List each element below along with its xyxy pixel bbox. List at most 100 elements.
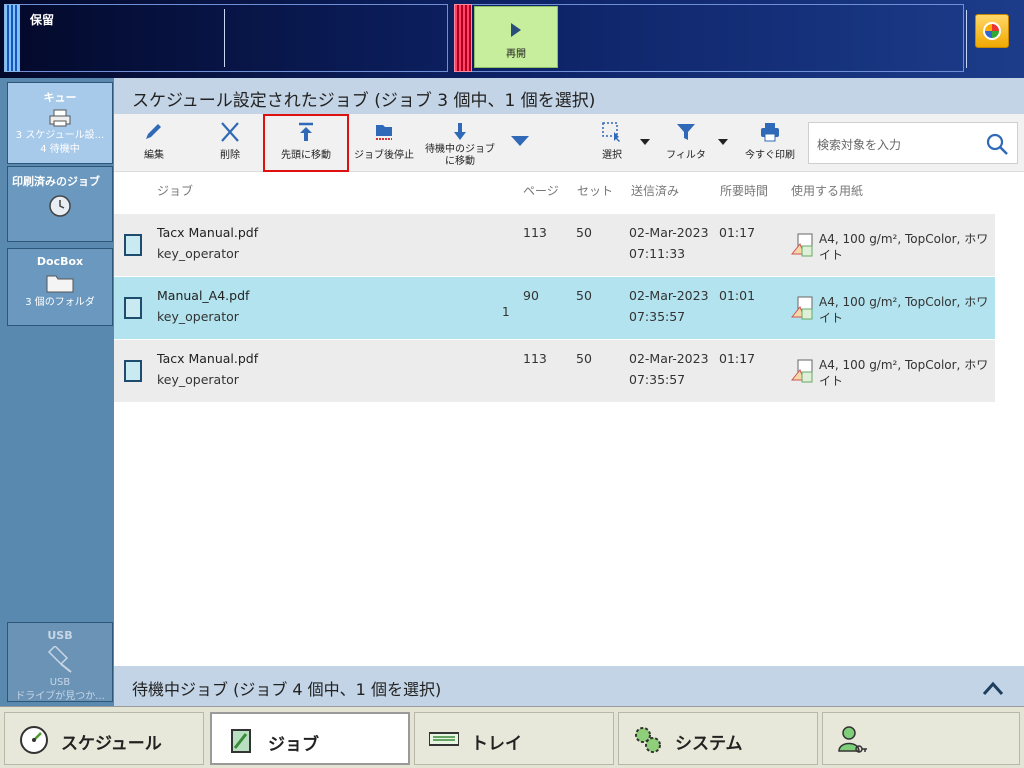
job-name: Manual_A4.pdf xyxy=(157,288,250,303)
delete-button[interactable]: 削除 xyxy=(210,116,250,170)
waiting-jobs-title: 待機中ジョブ (ジョブ 4 個中、1 個を選択) xyxy=(132,680,442,699)
tab-schedule-label: スケジュール xyxy=(61,734,162,754)
stop-after-job-button[interactable]: ジョブ後停止 xyxy=(350,116,418,170)
job-paper: A4, 100 g/m², TopColor, ホワイト xyxy=(819,358,989,388)
nav-item-docbox[interactable]: DocBox 3 個のフォルダ xyxy=(7,248,113,326)
column-header-paper[interactable]: 使用する用紙 xyxy=(791,182,863,199)
table-row[interactable]: Tacx Manual.pdf key_operator 113 50 02-M… xyxy=(114,340,995,402)
move-to-top-label: 先頭に移動 xyxy=(281,150,331,161)
nav-printed-title: 印刷済みのジョブ xyxy=(12,175,100,188)
column-header-sets[interactable]: セット xyxy=(577,182,613,199)
nav-usb-title: USB xyxy=(47,629,73,642)
resume-status-stripe xyxy=(454,4,472,72)
play-icon xyxy=(511,23,521,37)
job-pages: 113 xyxy=(523,225,547,240)
job-pages: 113 xyxy=(523,351,547,366)
job-duration: 01:01 xyxy=(719,288,756,303)
select-dropdown-icon[interactable] xyxy=(639,138,651,146)
job-sent-time: 07:11:33 xyxy=(629,246,686,261)
job-name: Tacx Manual.pdf xyxy=(157,225,259,240)
job-paper: A4, 100 g/m², TopColor, ホワイト xyxy=(819,232,989,262)
paper-media-icon xyxy=(790,233,813,257)
document-icon xyxy=(124,360,142,382)
arrow-down-icon xyxy=(454,123,466,140)
job-pages: 90 xyxy=(523,288,539,303)
gears-icon xyxy=(635,727,661,753)
bottom-tab-bar: スケジュール ジョブ トレイ システム xyxy=(0,706,1024,768)
hold-status-stripe xyxy=(4,4,20,72)
hold-panel[interactable]: 保留 xyxy=(20,4,448,72)
paper-media-icon xyxy=(790,359,813,383)
nav-queue-waiting: 4 待機中 xyxy=(40,144,80,155)
search-input[interactable]: 検索対象を入力 xyxy=(808,122,1018,164)
user-key-icon xyxy=(838,726,867,753)
move-to-waiting-button[interactable]: 待機中のジョブ に移動 xyxy=(420,116,500,170)
search-icon[interactable] xyxy=(985,132,1009,156)
nav-usb-label: USB xyxy=(49,677,71,688)
chevron-up-icon[interactable] xyxy=(982,678,1004,700)
hold-label: 保留 xyxy=(30,13,55,27)
top-divider xyxy=(966,10,967,68)
nav-queue-scheduled: 3 スケジュール設... xyxy=(15,130,105,141)
left-navigation: キュー 3 スケジュール設... 4 待機中 印刷済みのジョブ DocBox 3… xyxy=(0,78,114,706)
tab-system[interactable]: システム xyxy=(618,712,818,765)
document-icon xyxy=(124,297,142,319)
resume-label: 再開 xyxy=(506,49,526,60)
table-row[interactable]: Tacx Manual.pdf key_operator 113 50 02-M… xyxy=(114,214,995,276)
filter-button[interactable]: フィルタ xyxy=(662,116,710,170)
job-sent-date: 02-Mar-2023 xyxy=(629,288,709,303)
filter-dropdown-icon[interactable] xyxy=(717,138,729,146)
nav-item-queue[interactable]: キュー 3 スケジュール設... 4 待機中 xyxy=(7,82,113,164)
scheduled-jobs-header: スケジュール設定されたジョブ (ジョブ 3 個中、1 個を選択) xyxy=(114,78,1024,114)
tab-jobs-label: ジョブ xyxy=(268,735,319,755)
help-button[interactable] xyxy=(975,14,1009,48)
print-now-icon xyxy=(761,123,779,142)
folder-icon xyxy=(46,275,74,293)
job-sent-time: 07:35:57 xyxy=(629,309,686,324)
select-marquee-icon xyxy=(602,122,620,142)
resume-button[interactable]: 再開 xyxy=(474,6,558,68)
job-name: Tacx Manual.pdf xyxy=(157,351,259,366)
stop-after-job-label: ジョブ後停止 xyxy=(354,150,414,161)
nav-item-usb: USB USB ドライブが見つか... xyxy=(7,622,113,702)
move-to-waiting-label-1: 待機中のジョブ xyxy=(425,144,495,155)
delete-label: 削除 xyxy=(220,150,240,161)
select-button[interactable]: 選択 xyxy=(592,116,632,170)
hold-panel-divider xyxy=(224,9,225,67)
job-sets: 50 xyxy=(576,288,592,303)
stop-after-job-icon xyxy=(376,125,392,140)
waiting-jobs-bar[interactable]: 待機中ジョブ (ジョブ 4 個中、1 個を選択) xyxy=(114,666,1024,706)
job-sent-date: 02-Mar-2023 xyxy=(629,351,709,366)
clock-icon xyxy=(20,726,48,754)
print-now-button[interactable]: 今すぐ印刷 xyxy=(740,116,800,170)
nav-docbox-count: 3 個のフォルダ xyxy=(25,297,95,308)
document-icon xyxy=(124,234,142,256)
tab-tray-label: トレイ xyxy=(471,734,522,754)
filter-funnel-icon xyxy=(677,124,695,140)
filter-label: フィルタ xyxy=(666,150,706,161)
arrow-to-top-icon xyxy=(299,122,313,141)
tab-jobs[interactable]: ジョブ xyxy=(210,712,410,765)
column-header-job[interactable]: ジョブ xyxy=(157,182,193,199)
edit-button[interactable]: 編集 xyxy=(134,116,174,170)
move-to-top-button[interactable]: 先頭に移動 xyxy=(263,114,349,172)
tab-user[interactable] xyxy=(822,712,1020,765)
tab-tray[interactable]: トレイ xyxy=(414,712,614,765)
job-sent-date: 02-Mar-2023 xyxy=(629,225,709,240)
more-actions-dropdown-icon[interactable] xyxy=(510,134,530,148)
tab-schedule[interactable]: スケジュール xyxy=(4,712,204,765)
tray-icon xyxy=(429,732,459,746)
search-placeholder: 検索対象を入力 xyxy=(817,138,902,152)
top-status-bar: 保留 再開 xyxy=(0,0,1024,78)
column-header-pages[interactable]: ページ xyxy=(523,182,559,199)
table-row[interactable]: Manual_A4.pdf key_operator 1 90 50 02-Ma… xyxy=(114,277,995,339)
column-header-duration[interactable]: 所要時間 xyxy=(720,182,768,199)
nav-usb-status: ドライブが見つか... xyxy=(15,691,105,702)
history-clock-icon xyxy=(49,195,71,217)
nav-item-printed-jobs[interactable]: 印刷済みのジョブ xyxy=(7,166,113,242)
edit-label: 編集 xyxy=(144,150,164,161)
column-header-sent[interactable]: 送信済み xyxy=(631,182,679,199)
job-owner: key_operator xyxy=(157,246,239,261)
job-sent-time: 07:35:57 xyxy=(629,372,686,387)
page-title: スケジュール設定されたジョブ (ジョブ 3 個中、1 個を選択) xyxy=(132,91,596,111)
